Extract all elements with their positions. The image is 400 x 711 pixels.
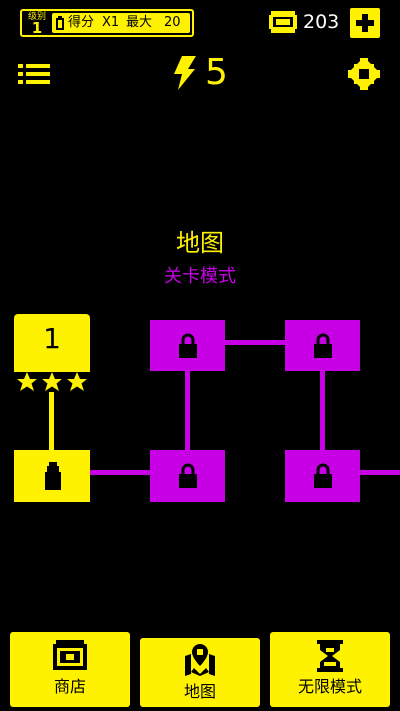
endless-mode-label: 无限模式 — [297, 677, 362, 696]
level-value: 1 — [31, 19, 43, 37]
level-score-panel: 级别 1 得分 X1 最大 20 — [20, 9, 194, 37]
path-connector — [225, 340, 285, 345]
star-icon — [42, 372, 62, 391]
hourglass-icon — [317, 640, 343, 672]
chest-icon — [53, 640, 87, 670]
item-node[interactable] — [14, 450, 90, 502]
map-pin-icon — [185, 644, 215, 676]
lightning-icon — [174, 56, 196, 90]
shop-label: 商店 — [53, 677, 86, 696]
add-coins-button[interactable] — [350, 8, 380, 38]
level-node-locked[interactable] — [285, 450, 360, 502]
score-multiplier: X1 — [102, 15, 120, 30]
score-bar: 得分 X1 最大 20 — [52, 13, 190, 33]
path-connector — [49, 392, 54, 450]
level-stars — [14, 368, 90, 391]
path-connector — [320, 371, 325, 450]
level-node-1[interactable]: 1 — [14, 314, 90, 370]
level-node-locked[interactable] — [285, 320, 360, 371]
path-connector — [90, 470, 150, 475]
map-title: 地图 — [176, 229, 224, 257]
gear-icon[interactable] — [348, 58, 380, 90]
level-number: 1 — [43, 322, 61, 355]
lock-icon — [178, 333, 197, 358]
path-connector — [360, 470, 400, 475]
level-indicator: 级别 1 — [24, 12, 50, 37]
level-node-locked[interactable] — [150, 450, 225, 502]
path-connector — [185, 371, 190, 450]
menu-icon[interactable] — [18, 62, 50, 86]
max-label: 最大 — [126, 15, 153, 30]
coin-count: 203 — [303, 11, 340, 33]
star-icon — [67, 372, 87, 391]
level-node-locked[interactable] — [150, 320, 225, 371]
shop-button[interactable]: 商店 — [10, 632, 130, 707]
top-bar: 级别 1 得分 X1 最大 20 203 — [0, 0, 400, 48]
map-tab-label: 地图 — [183, 682, 216, 701]
star-icon — [17, 372, 37, 391]
energy-count: 5 — [205, 52, 228, 93]
battery-icon — [56, 16, 64, 30]
lock-icon — [178, 463, 197, 488]
endless-mode-button[interactable]: 无限模式 — [270, 632, 390, 707]
max-value: 20 — [164, 15, 181, 30]
coin-icon — [269, 11, 297, 33]
mode-subtitle: 关卡模式 — [164, 266, 236, 287]
lock-icon — [313, 333, 332, 358]
map-tab-button[interactable]: 地图 — [140, 638, 260, 707]
lock-icon — [313, 463, 332, 488]
score-label: 得分 — [68, 15, 95, 30]
bottle-icon — [45, 462, 61, 490]
